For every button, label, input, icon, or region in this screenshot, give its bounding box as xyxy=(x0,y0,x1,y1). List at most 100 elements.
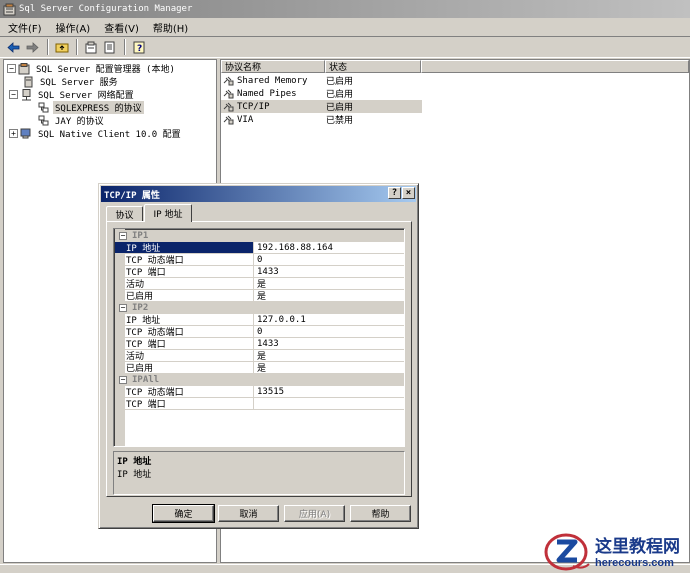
network-icon xyxy=(22,88,31,100)
property-value[interactable]: 是 xyxy=(254,362,404,374)
tab-protocol[interactable]: 协议 xyxy=(106,206,143,222)
collapse-toggle-icon[interactable]: − xyxy=(7,64,16,73)
export-list-icon xyxy=(104,41,114,53)
property-value[interactable]: 1433 xyxy=(254,266,404,278)
grid-property-row[interactable]: 已启用是 xyxy=(115,290,404,302)
tree-label-root: SQL Server 配置管理器 (本地) xyxy=(36,65,175,75)
tree-label-services: SQL Server 服务 xyxy=(40,78,118,88)
protocol-plug-icon xyxy=(223,76,234,85)
tree-label-native-client: SQL Native Client 10.0 配置 xyxy=(38,130,181,140)
watermark-url: herecours.com xyxy=(595,557,674,569)
toolbar-separator xyxy=(47,39,49,55)
property-value[interactable]: 1433 xyxy=(254,338,404,350)
grid-property-row[interactable]: TCP 端口 xyxy=(115,398,404,410)
list-item[interactable]: VIA 已禁用 xyxy=(221,113,422,126)
client-icon xyxy=(20,128,31,138)
property-value[interactable] xyxy=(254,398,404,410)
protocol-status: 已启用 xyxy=(326,90,354,100)
column-header-filler xyxy=(421,60,689,73)
property-value[interactable]: 127.0.0.1 xyxy=(254,314,404,326)
category-collapse-icon[interactable]: − xyxy=(119,304,127,312)
back-button[interactable] xyxy=(5,39,22,56)
forward-button[interactable] xyxy=(24,39,41,56)
menu-view[interactable]: 查看(V) xyxy=(104,20,139,35)
menu-bar: 文件(F) 操作(A) 查看(V) 帮助(H) xyxy=(0,18,690,37)
grid-category-name: IPAll xyxy=(132,375,160,385)
protocol-name: VIA xyxy=(237,114,254,125)
forward-arrow-icon xyxy=(26,41,39,53)
svg-text:?: ? xyxy=(137,44,142,54)
property-value[interactable]: 是 xyxy=(254,278,404,290)
toolbar-separator xyxy=(76,39,78,55)
grid-category-name: IP2 xyxy=(132,303,149,313)
dialog-title: TCP/IP 属性 xyxy=(104,190,160,201)
protocol-icon xyxy=(38,115,49,125)
grid-category-label: − IP1 xyxy=(115,231,148,241)
back-arrow-icon xyxy=(7,41,20,53)
protocol-status: 已禁用 xyxy=(326,116,354,126)
property-value[interactable]: 0 xyxy=(254,326,404,338)
property-description: IP 地址 IP 地址 xyxy=(113,451,405,495)
dialog-help-button[interactable]: ? xyxy=(388,187,401,199)
protocol-name: Named Pipes xyxy=(237,88,297,99)
properties-icon xyxy=(85,41,96,53)
property-value[interactable]: 0 xyxy=(254,254,404,266)
tree-node-services[interactable]: SQL Server 服务 xyxy=(22,75,120,88)
protocol-plug-icon xyxy=(223,102,234,111)
protocol-name: Shared Memory xyxy=(237,75,308,86)
property-value[interactable]: 是 xyxy=(254,290,404,302)
property-value[interactable]: 是 xyxy=(254,350,404,362)
help-dialog-button[interactable]: 帮助 xyxy=(350,505,411,522)
protocol-icon xyxy=(38,102,49,112)
expand-toggle-icon[interactable]: + xyxy=(9,129,18,138)
toolbar-separator xyxy=(124,39,126,55)
property-value[interactable]: 192.168.88.164 xyxy=(254,242,404,254)
tree-node-root[interactable]: − SQL Server 配置管理器 (本地) xyxy=(7,62,177,75)
up-folder-button[interactable] xyxy=(53,39,70,56)
tree-node-jay[interactable]: JAY 的协议 xyxy=(37,114,106,127)
category-collapse-icon[interactable]: − xyxy=(119,232,127,240)
tree-node-sqlexpress[interactable]: SQLEXPRESS 的协议 xyxy=(37,101,144,114)
window-titlebar: Sql Server Configuration Manager xyxy=(0,0,690,18)
property-name: TCP 端口 xyxy=(115,398,254,410)
grid-category-label: − IPAll xyxy=(115,375,159,385)
tree-node-network[interactable]: − SQL Server 网络配置 xyxy=(9,88,136,101)
grid-property-row[interactable]: 已启用是 xyxy=(115,362,404,374)
server-config-icon xyxy=(3,3,16,15)
tree-label-sqlexpress: SQLEXPRESS 的协议 xyxy=(53,101,144,114)
properties-button[interactable] xyxy=(82,39,99,56)
protocol-status: 已启用 xyxy=(326,77,354,87)
watermark-text: 这里教程网 xyxy=(595,537,680,557)
config-manager-icon xyxy=(18,62,30,74)
tree-node-native-client[interactable]: + SQL Native Client 10.0 配置 xyxy=(9,127,183,140)
menu-file[interactable]: 文件(F) xyxy=(8,20,42,35)
menu-help[interactable]: 帮助(H) xyxy=(153,20,188,35)
server-icon xyxy=(24,76,33,87)
protocol-plug-icon xyxy=(223,89,234,98)
collapse-toggle-icon[interactable]: − xyxy=(9,90,18,99)
apply-button[interactable]: 应用(A) xyxy=(284,505,345,522)
window-title: Sql Server Configuration Manager xyxy=(19,4,193,14)
ok-button[interactable]: 确定 xyxy=(152,504,215,523)
tab-ip-address[interactable]: IP 地址 xyxy=(144,204,192,222)
tree-label-network: SQL Server 网络配置 xyxy=(38,91,134,101)
dialog-close-button[interactable]: × xyxy=(402,187,415,199)
column-header-name[interactable]: 协议名称 xyxy=(221,60,325,73)
help-button[interactable]: ? xyxy=(130,39,147,56)
list-header: 协议名称 状态 xyxy=(221,60,689,73)
list-item[interactable]: Named Pipes 已启用 xyxy=(221,87,422,100)
dialog-titlebar: TCP/IP 属性 ? × xyxy=(101,186,416,202)
property-value[interactable]: 13515 xyxy=(254,386,404,398)
tree-label-jay: JAY 的协议 xyxy=(55,117,104,127)
list-item[interactable]: Shared Memory 已启用 xyxy=(221,74,422,87)
export-list-button[interactable] xyxy=(101,39,118,56)
menu-action[interactable]: 操作(A) xyxy=(56,20,91,35)
cancel-button[interactable]: 取消 xyxy=(218,505,279,522)
list-item[interactable]: TCP/IP 已启用 xyxy=(221,100,422,113)
watermark-logo-icon xyxy=(544,533,590,570)
help-icon: ? xyxy=(133,41,144,54)
column-header-status[interactable]: 状态 xyxy=(325,60,421,73)
grid-category-name: IP1 xyxy=(132,231,149,241)
category-collapse-icon[interactable]: − xyxy=(119,376,127,384)
up-folder-icon xyxy=(55,43,68,53)
